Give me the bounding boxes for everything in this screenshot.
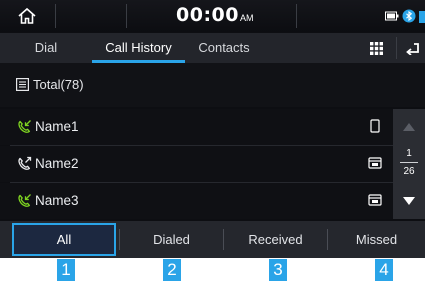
tab-contacts[interactable]: Contacts xyxy=(185,33,263,63)
home-phone-icon xyxy=(368,157,382,169)
contact-name: Name2 xyxy=(35,156,79,171)
clock-ampm: AM xyxy=(240,13,254,23)
page-fraction-line xyxy=(400,162,418,163)
home-button[interactable] xyxy=(14,4,40,28)
total-count: Total(78) xyxy=(16,77,84,92)
received-call-icon xyxy=(18,120,31,133)
status-bar: 00:00 AM xyxy=(0,0,425,32)
dialed-call-icon xyxy=(18,156,32,170)
received-call-icon xyxy=(18,194,31,207)
status-divider xyxy=(126,4,127,28)
callout-badge-1: 1 xyxy=(57,259,75,281)
back-button[interactable] xyxy=(400,33,425,63)
tab-call-history[interactable]: Call History xyxy=(92,33,185,63)
status-divider xyxy=(55,4,56,28)
callout-badge-4: 4 xyxy=(375,259,393,281)
grid-icon xyxy=(369,41,383,55)
total-bar: Total(78) xyxy=(0,63,425,107)
bluetooth-icon xyxy=(402,9,416,23)
page-current: 1 xyxy=(406,148,412,159)
home-phone-icon xyxy=(368,194,382,206)
call-row[interactable]: Name2 xyxy=(0,146,393,182)
callout-badge-3: 3 xyxy=(269,259,287,281)
tab-dial[interactable]: Dial xyxy=(0,33,92,63)
filter-all-button[interactable]: All xyxy=(12,223,116,256)
mobile-phone-icon xyxy=(370,119,380,133)
phone-call-history-screen: 00:00 AM Dial Call History Contacts Tota… xyxy=(0,0,425,258)
list-scrollbar: 1 26 xyxy=(393,109,425,219)
signal-icon xyxy=(419,11,425,23)
page-total: 26 xyxy=(403,166,415,177)
home-icon xyxy=(18,7,36,24)
triangle-down-icon xyxy=(403,197,415,205)
callout-badge-2: 2 xyxy=(163,259,181,281)
scroll-down-button[interactable] xyxy=(393,183,425,219)
call-history-list: Name1 Name2 Name3 xyxy=(0,109,393,219)
list-icon xyxy=(16,78,29,91)
menu-grid-button[interactable] xyxy=(359,33,393,63)
triangle-up-icon xyxy=(403,123,415,131)
filter-missed-button[interactable]: Missed xyxy=(328,223,425,256)
phone-battery-icon xyxy=(385,11,399,21)
contact-name: Name1 xyxy=(35,119,79,134)
contact-name: Name3 xyxy=(35,193,79,208)
tab-bar: Dial Call History Contacts xyxy=(0,33,425,63)
call-row[interactable]: Name1 xyxy=(0,109,393,145)
call-row[interactable]: Name3 xyxy=(0,183,393,219)
clock-time: 00:00 xyxy=(176,4,239,26)
status-divider xyxy=(296,4,297,28)
status-icons xyxy=(385,9,425,23)
total-label: Total(78) xyxy=(33,77,84,92)
filter-received-button[interactable]: Received xyxy=(224,223,327,256)
back-arrow-icon xyxy=(405,43,419,55)
call-filter-bar: All Dialed Received Missed xyxy=(0,221,425,258)
tab-divider xyxy=(396,37,397,59)
filter-dialed-button[interactable]: Dialed xyxy=(120,223,223,256)
scroll-up-button[interactable] xyxy=(393,109,425,145)
